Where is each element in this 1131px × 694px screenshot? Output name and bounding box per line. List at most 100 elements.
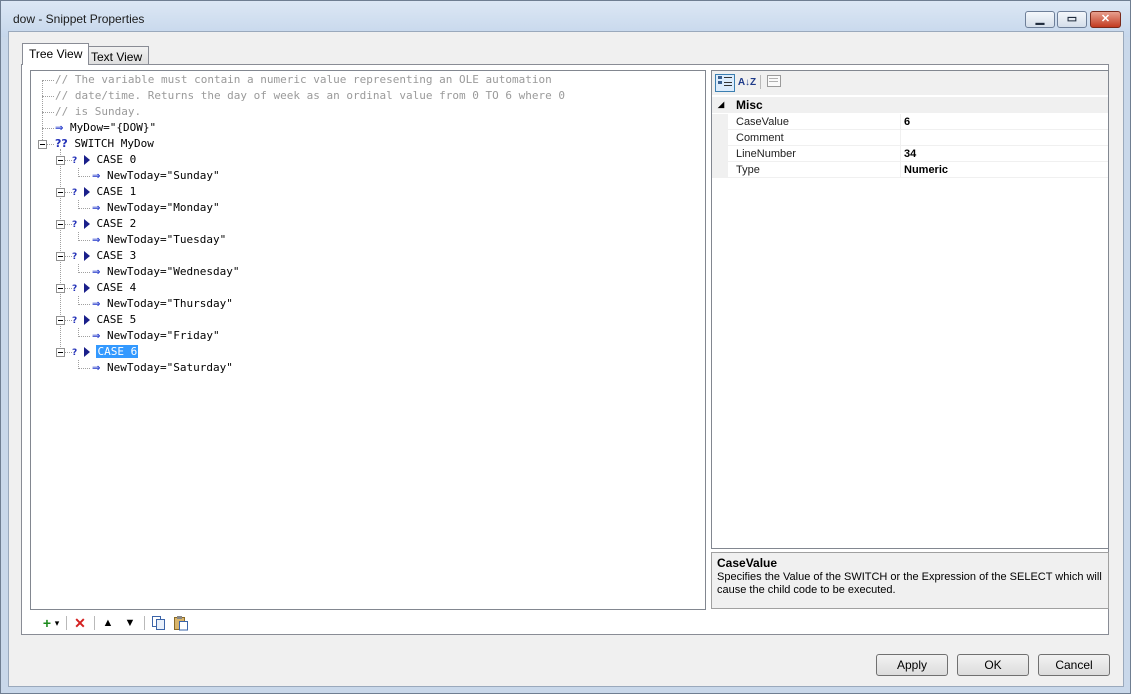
minimize-button[interactable]: ▁: [1025, 11, 1055, 28]
switch-text: SWITCH MyDow: [74, 137, 154, 150]
property-value[interactable]: Numeric: [904, 162, 948, 178]
toolbar-separator: [144, 616, 145, 630]
case-question-icon: ?: [72, 156, 78, 166]
collapse-case-toggle[interactable]: [56, 316, 65, 325]
assign-text: MyDow="{DOW}": [70, 121, 157, 134]
property-pages-button[interactable]: [764, 74, 784, 92]
window-title: dow - Snippet Properties: [13, 12, 145, 26]
collapse-case-toggle[interactable]: [56, 220, 65, 229]
case-label: CASE 6: [96, 345, 139, 358]
categorized-button[interactable]: [715, 74, 735, 92]
dialog-window: dow - Snippet Properties ▁ ▭ ✕ Tree View…: [0, 0, 1131, 694]
assign-text: NewToday="Wednesday": [107, 265, 240, 278]
collapse-case-toggle[interactable]: [56, 252, 65, 261]
property-name: Type: [736, 164, 760, 176]
tree-node-case[interactable]: ? CASE 4: [72, 280, 136, 296]
tree-line: [65, 224, 72, 225]
tree-line: [78, 368, 90, 369]
tree-line: [78, 336, 90, 337]
move-up-button[interactable]: ▲: [100, 615, 116, 631]
property-row[interactable]: Type Numeric: [712, 162, 1108, 178]
property-value[interactable]: 34: [904, 146, 916, 162]
property-name: LineNumber: [736, 148, 796, 160]
case-triangle-icon: [83, 187, 90, 197]
tree-node-assign[interactable]: ⇒ NewToday="Friday": [92, 328, 220, 344]
tree-view-panel: // The variable must contain a numeric v…: [21, 64, 1109, 635]
copy-button[interactable]: [150, 615, 168, 631]
alphabetical-button[interactable]: A↓Z: [737, 74, 757, 92]
tree-line: [78, 176, 90, 177]
tree-line: [42, 112, 54, 113]
collapse-case-toggle[interactable]: [56, 348, 65, 357]
assign-text: NewToday="Sunday": [107, 169, 220, 182]
assign-text: NewToday="Saturday": [107, 361, 233, 374]
tab-text-view[interactable]: Text View: [84, 46, 150, 66]
case-label: CASE 2: [96, 217, 137, 230]
case-triangle-icon: [83, 155, 90, 165]
tree-node-assign[interactable]: ⇒ NewToday="Tuesday": [92, 232, 226, 248]
comment-line-2[interactable]: // date/time. Returns the day of week as…: [55, 88, 565, 104]
case-triangle-icon: [83, 219, 90, 229]
tree-node-case[interactable]: ? CASE 1: [72, 184, 136, 200]
category-misc[interactable]: ◢ Misc: [712, 97, 1108, 113]
cancel-button[interactable]: Cancel: [1038, 654, 1110, 676]
collapse-case-toggle[interactable]: [56, 284, 65, 293]
add-node-dropdown[interactable]: ▾: [52, 615, 62, 631]
description-title: CaseValue: [717, 556, 778, 570]
assign-text: NewToday="Tuesday": [107, 233, 227, 246]
tree-node-case[interactable]: ? CASE 0: [72, 152, 136, 168]
tree-node-case[interactable]: ? CASE 3: [72, 248, 136, 264]
dialog-client: Tree View Text View // The variable must…: [8, 31, 1124, 687]
case-label: CASE 5: [96, 313, 137, 326]
description-text: Specifies the Value of the SWITCH or the…: [717, 571, 1102, 596]
maximize-button[interactable]: ▭: [1057, 11, 1087, 28]
tree-line: [78, 240, 90, 241]
tree-node-assign[interactable]: ⇒ NewToday="Monday": [92, 200, 220, 216]
apply-button[interactable]: Apply: [876, 654, 948, 676]
tree-node-assign[interactable]: ⇒ MyDow="{DOW}": [55, 120, 156, 136]
tree-node-case[interactable]: ? CASE 6: [72, 344, 139, 360]
property-row[interactable]: Comment: [712, 130, 1108, 146]
property-pages-icon: [767, 75, 781, 87]
tree-line: [47, 144, 54, 145]
case-label: CASE 3: [96, 249, 137, 262]
tree-node-assign[interactable]: ⇒ NewToday="Saturday": [92, 360, 233, 376]
case-question-icon: ?: [72, 316, 78, 326]
property-value[interactable]: 6: [904, 114, 910, 130]
snippet-tree[interactable]: // The variable must contain a numeric v…: [30, 70, 706, 610]
collapse-case-toggle[interactable]: [56, 188, 65, 197]
comment-line-3[interactable]: // is Sunday.: [55, 104, 141, 120]
case-triangle-icon: [83, 283, 90, 293]
close-button[interactable]: ✕: [1090, 11, 1121, 28]
delete-node-button[interactable]: ✕: [72, 615, 88, 631]
assignment-arrow-icon: ⇒: [92, 235, 101, 246]
tree-node-assign[interactable]: ⇒ NewToday="Wednesday": [92, 264, 239, 280]
property-grid-toolbar: A↓Z: [712, 71, 1108, 95]
property-row[interactable]: LineNumber 34: [712, 146, 1108, 162]
comment-line-1[interactable]: // The variable must contain a numeric v…: [55, 72, 552, 88]
assign-text: NewToday="Monday": [107, 201, 220, 214]
tree-line: [65, 320, 72, 321]
tree-node-assign[interactable]: ⇒ NewToday="Sunday": [92, 168, 220, 184]
property-row[interactable]: CaseValue 6: [712, 114, 1108, 130]
category-collapse-icon[interactable]: ◢: [718, 97, 724, 113]
tree-node-assign[interactable]: ⇒ NewToday="Thursday": [92, 296, 233, 312]
copy-icon: [152, 616, 165, 630]
case-question-icon: ?: [72, 220, 78, 230]
collapse-case-toggle[interactable]: [56, 156, 65, 165]
ok-button[interactable]: OK: [957, 654, 1029, 676]
category-name: Misc: [736, 98, 763, 112]
paste-button[interactable]: [172, 615, 190, 631]
case-triangle-icon: [83, 347, 90, 357]
case-question-icon: ?: [72, 188, 78, 198]
case-question-icon: ?: [72, 284, 78, 294]
tree-node-case[interactable]: ? CASE 5: [72, 312, 136, 328]
tree-node-switch[interactable]: ?? SWITCH MyDow: [55, 136, 154, 152]
assignment-arrow-icon: ⇒: [55, 123, 64, 134]
property-description-pane: CaseValue Specifies the Value of the SWI…: [711, 552, 1109, 609]
tab-tree-view[interactable]: Tree View: [22, 43, 90, 65]
tree-node-case[interactable]: ? CASE 2: [72, 216, 136, 232]
tree-line: [65, 352, 72, 353]
collapse-switch-toggle[interactable]: [38, 140, 47, 149]
move-down-button[interactable]: ▼: [122, 615, 138, 631]
